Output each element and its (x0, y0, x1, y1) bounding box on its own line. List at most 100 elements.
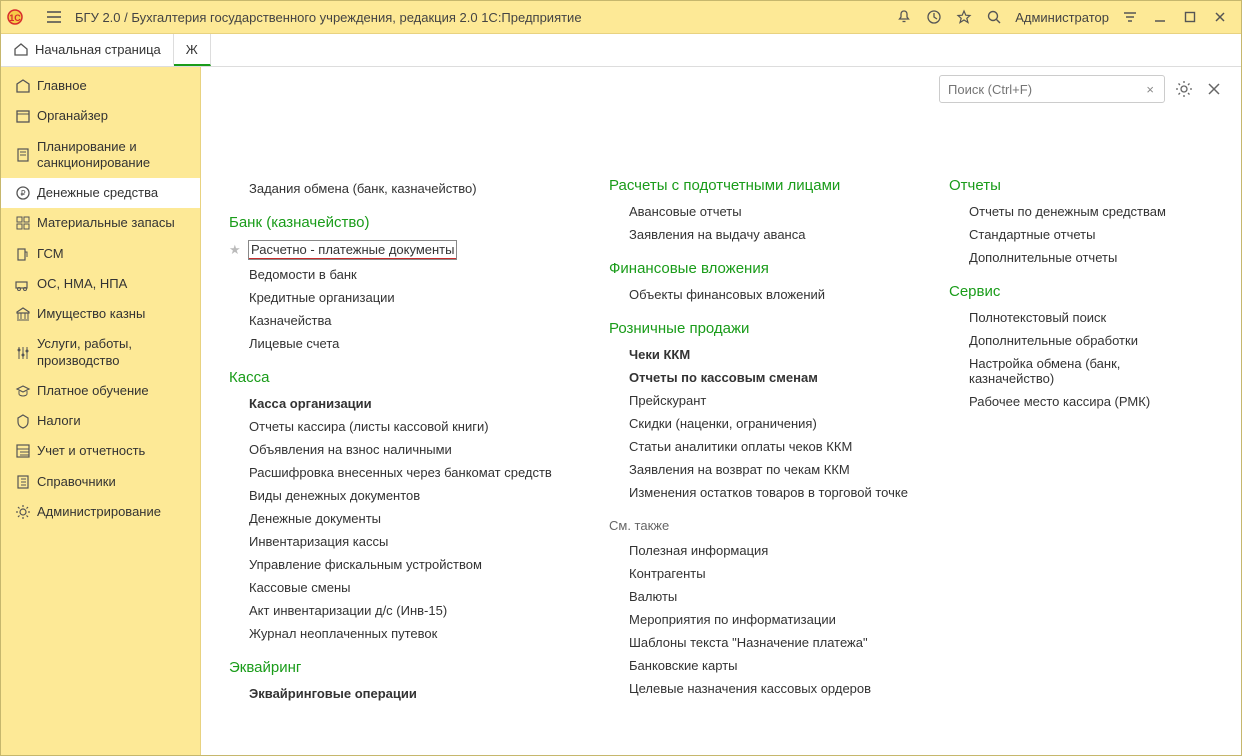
link[interactable]: Дополнительные обработки (969, 333, 1138, 348)
sidebar-item-treasury[interactable]: Имущество казны (1, 299, 200, 329)
search-box[interactable]: × (939, 75, 1165, 103)
link[interactable]: Управление фискальным устройством (249, 557, 482, 572)
link-row[interactable]: Заявления на выдачу аванса (609, 227, 925, 242)
link-row[interactable]: Кассовые смены (229, 580, 585, 595)
link-row[interactable]: Лицевые счета (229, 336, 585, 351)
sidebar-item-planning[interactable]: Планирование и санкционирование (1, 132, 200, 179)
sidebar-item-money[interactable]: ₽Денежные средства (1, 178, 200, 208)
link[interactable]: Прейскурант (629, 393, 706, 408)
tab-secondary[interactable]: Ж (174, 34, 211, 66)
maximize-icon[interactable] (1177, 4, 1203, 30)
link-row[interactable]: Мероприятия по информатизации (609, 612, 925, 627)
link[interactable]: Изменения остатков товаров в торговой то… (629, 485, 908, 500)
link-row[interactable]: Валюты (609, 589, 925, 604)
link-row[interactable]: Рабочее место кассира (РМК) (949, 394, 1205, 409)
link[interactable]: Акт инвентаризации д/с (Инв-15) (249, 603, 447, 618)
link[interactable]: Статьи аналитики оплаты чеков ККМ (629, 439, 852, 454)
link-row[interactable]: Стандартные отчеты (949, 227, 1205, 242)
minimize-icon[interactable] (1147, 4, 1173, 30)
link[interactable]: Кассовые смены (249, 580, 350, 595)
link[interactable]: Рабочее место кассира (РМК) (969, 394, 1150, 409)
star-icon[interactable] (951, 4, 977, 30)
link-row[interactable]: Дополнительные обработки (949, 333, 1205, 348)
link-row[interactable]: Объявления на взнос наличными (229, 442, 585, 457)
link[interactable]: Заявления на выдачу аванса (629, 227, 805, 242)
link[interactable]: Отчеты по кассовым сменам (629, 370, 818, 385)
link[interactable]: Полезная информация (629, 543, 768, 558)
close-panel-icon[interactable] (1203, 78, 1225, 100)
link[interactable]: Лицевые счета (249, 336, 339, 351)
link-row[interactable]: Ведомости в банк (229, 267, 585, 282)
link-row[interactable]: Дополнительные отчеты (949, 250, 1205, 265)
link-row[interactable]: Денежные документы (229, 511, 585, 526)
link[interactable]: Виды денежных документов (249, 488, 420, 503)
link[interactable]: Целевые назначения кассовых ордеров (629, 681, 871, 696)
hamburger-icon[interactable] (43, 10, 65, 24)
link[interactable]: Мероприятия по информатизации (629, 612, 836, 627)
search-icon[interactable] (981, 4, 1007, 30)
link-row[interactable]: Целевые назначения кассовых ордеров (609, 681, 925, 696)
link[interactable]: Заявления на возврат по чекам ККМ (629, 462, 850, 477)
link[interactable]: Стандартные отчеты (969, 227, 1095, 242)
user-label[interactable]: Администратор (1009, 10, 1115, 25)
link-row[interactable]: Касса организации (229, 396, 585, 411)
link[interactable]: Расчетно - платежные документы (249, 241, 456, 259)
top-link[interactable]: Задания обмена (банк, казначейство) (249, 181, 585, 196)
link-row[interactable]: ★Расчетно - платежные документы (229, 241, 585, 259)
history-icon[interactable] (921, 4, 947, 30)
link[interactable]: Денежные документы (249, 511, 381, 526)
link-row[interactable]: Казначейства (229, 313, 585, 328)
sidebar-item-refs[interactable]: Справочники (1, 467, 200, 497)
link-row[interactable]: Отчеты кассира (листы кассовой книги) (229, 419, 585, 434)
link[interactable]: Полнотекстовый поиск (969, 310, 1106, 325)
sidebar-item-taxes[interactable]: Налоги (1, 406, 200, 436)
link[interactable]: Авансовые отчеты (629, 204, 742, 219)
bell-icon[interactable] (891, 4, 917, 30)
filter-icon[interactable] (1117, 4, 1143, 30)
link[interactable]: Журнал неоплаченных путевок (249, 626, 437, 641)
link[interactable]: Расшифровка внесенных через банкомат сре… (249, 465, 552, 480)
link[interactable]: Валюты (629, 589, 677, 604)
link-row[interactable]: Статьи аналитики оплаты чеков ККМ (609, 439, 925, 454)
link[interactable]: Эквайринговые операции (249, 686, 417, 701)
sidebar-item-main[interactable]: Главное (1, 71, 200, 101)
link-row[interactable]: Скидки (наценки, ограничения) (609, 416, 925, 431)
link-row[interactable]: Заявления на возврат по чекам ККМ (609, 462, 925, 477)
sidebar-item-organizer[interactable]: Органайзер (1, 101, 200, 131)
link-row[interactable]: Управление фискальным устройством (229, 557, 585, 572)
link-row[interactable]: Настройка обмена (банк, казначейство) (949, 356, 1205, 386)
sidebar-item-education[interactable]: Платное обучение (1, 376, 200, 406)
search-input[interactable] (946, 81, 1142, 98)
clear-search-icon[interactable]: × (1142, 82, 1158, 97)
sidebar-item-accounting[interactable]: Учет и отчетность (1, 436, 200, 466)
link-row[interactable]: Объекты финансовых вложений (609, 287, 925, 302)
link-row[interactable]: Отчеты по кассовым сменам (609, 370, 925, 385)
link-row[interactable]: Шаблоны текста "Назначение платежа" (609, 635, 925, 650)
link-row[interactable]: Отчеты по денежным средствам (949, 204, 1205, 219)
sidebar-item-materials[interactable]: Материальные запасы (1, 208, 200, 238)
link[interactable]: Объекты финансовых вложений (629, 287, 825, 302)
link[interactable]: Касса организации (249, 396, 372, 411)
sidebar-item-services[interactable]: Услуги, работы, производство (1, 329, 200, 376)
link[interactable]: Контрагенты (629, 566, 706, 581)
link-row[interactable]: Полнотекстовый поиск (949, 310, 1205, 325)
link[interactable]: Кредитные организации (249, 290, 395, 305)
link[interactable]: Отчеты по денежным средствам (969, 204, 1166, 219)
link-row[interactable]: Журнал неоплаченных путевок (229, 626, 585, 641)
sidebar-item-gsm[interactable]: ГСМ (1, 239, 200, 269)
link-row[interactable]: Контрагенты (609, 566, 925, 581)
link-row[interactable]: Акт инвентаризации д/с (Инв-15) (229, 603, 585, 618)
link-row[interactable]: Кредитные организации (229, 290, 585, 305)
link-row[interactable]: Виды денежных документов (229, 488, 585, 503)
link-row[interactable]: Инвентаризация кассы (229, 534, 585, 549)
link[interactable]: Скидки (наценки, ограничения) (629, 416, 817, 431)
link-row[interactable]: Расшифровка внесенных через банкомат сре… (229, 465, 585, 480)
link[interactable]: Инвентаризация кассы (249, 534, 388, 549)
link-row[interactable]: Банковские карты (609, 658, 925, 673)
link[interactable]: Настройка обмена (банк, казначейство) (969, 356, 1205, 386)
link[interactable]: Ведомости в банк (249, 267, 357, 282)
tab-home[interactable]: Начальная страница (1, 34, 174, 66)
link-row[interactable]: Полезная информация (609, 543, 925, 558)
link-row[interactable]: Авансовые отчеты (609, 204, 925, 219)
sidebar-item-admin[interactable]: Администрирование (1, 497, 200, 527)
